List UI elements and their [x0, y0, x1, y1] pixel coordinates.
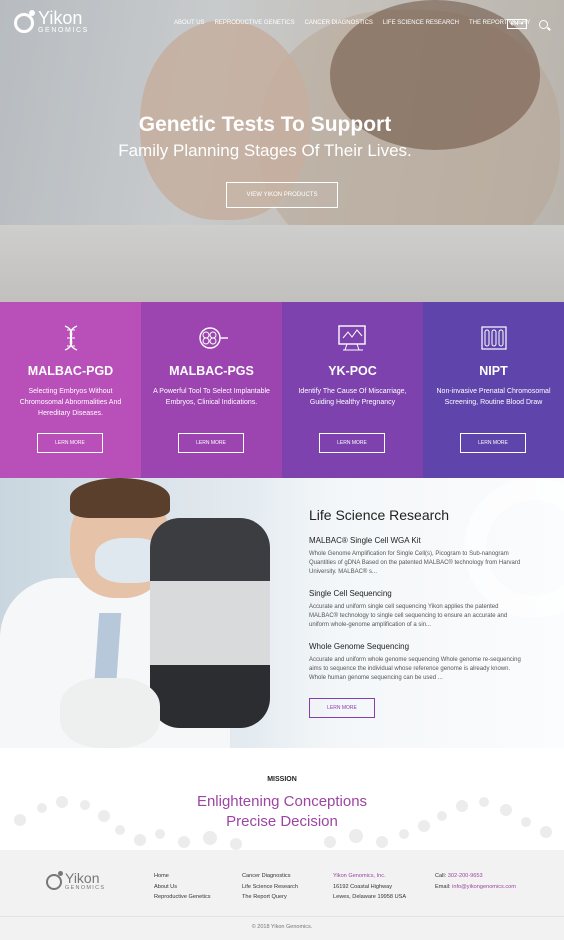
company-name: Yikon Genomics, Inc. [333, 873, 386, 879]
product-description: Selecting Embryos Without Chromosomal Ab… [19, 388, 122, 417]
footer-link-home[interactable]: Home [154, 871, 211, 882]
footer-contact: Call: 302-200-9653 Email: info@yikongeno… [435, 871, 516, 892]
product-card-malbac-pgd: MALBAC-PGD Selecting Embryos Without Chr… [0, 302, 141, 478]
mission-section: MISSION Enlightening Conceptions Precise… [0, 748, 564, 850]
email-label: Email: [435, 883, 451, 890]
footer-links-2: Cancer Diagnostics Life Science Research… [242, 871, 298, 903]
decorative-ring [464, 478, 564, 618]
nav-item-life-science-research[interactable]: LIFE SCIENCE RESEARCH [383, 20, 459, 26]
product-card-nipt: NIPT Non-invasive Prenatal Chromosomal S… [423, 302, 564, 478]
microscope-screen-icon [337, 325, 366, 351]
logo-icon [46, 870, 63, 890]
learn-more-button[interactable]: LERN MORE [319, 433, 385, 453]
hero-banner: Yikon GENOMICS ABOUT US REPRODUCTIVE GEN… [0, 0, 564, 302]
products-section: MALBAC-PGD Selecting Embryos Without Chr… [0, 302, 564, 478]
logo-icon [14, 9, 35, 33]
footer: Yikon GENOMICS Home About Us Reproductiv… [0, 850, 564, 940]
section-title: Life Science Research [309, 507, 450, 523]
brand-sub: GENOMICS [38, 27, 89, 34]
scientist-photo-glove [60, 678, 160, 748]
product-title: NIPT [479, 364, 508, 378]
footer-links-1: Home About Us Reproductive Genetics [154, 871, 211, 903]
copyright: © 2018 Yikon Genomics. [251, 924, 313, 930]
nav-item-about-us[interactable]: ABOUT US [174, 20, 205, 26]
brand-sub: GENOMICS [65, 885, 106, 891]
phone-link[interactable]: 302-200-9653 [448, 873, 483, 879]
mission-label: MISSION [267, 776, 297, 783]
hero-subtitle: Family Planning Stages Of Their Lives. [118, 141, 412, 160]
product-description: Non-invasive Prenatal Chromosomal Screen… [436, 388, 551, 406]
language-value: EN [510, 21, 519, 27]
brand-name: Yikon [38, 8, 83, 28]
search-icon[interactable] [539, 20, 548, 29]
product-description: Identify The Cause Of Miscarriage, Guidi… [298, 388, 407, 406]
footer-divider [0, 916, 564, 917]
research-item-description: Accurate and uniform whole genome sequen… [309, 657, 521, 682]
product-title: YK-POC [328, 364, 377, 378]
email-link[interactable]: info@yikongenomics.com [452, 884, 516, 890]
language-selector[interactable]: EN ▾ [507, 19, 527, 29]
hero-title: Genetic Tests To Support [138, 113, 392, 136]
product-card-malbac-pgs: MALBAC-PGS A Powerful Tool To Select Imp… [141, 302, 282, 478]
learn-more-button[interactable]: LERN MORE [309, 698, 375, 718]
research-item-title[interactable]: MALBAC® Single Cell WGA Kit [309, 536, 421, 545]
microscope-photo [150, 518, 270, 728]
address-line-2: Lewes, Delaware 19958 USA [333, 894, 407, 900]
chevron-down-icon: ▾ [520, 21, 524, 27]
mission-line-1: Enlightening Conceptions [196, 793, 368, 810]
footer-link-reproductive-genetics[interactable]: Reproductive Genetics [154, 892, 211, 903]
research-item-description: Accurate and uniform single cell sequenc… [309, 604, 508, 629]
product-card-yk-poc: YK-POC Identify The Cause Of Miscarriage… [282, 302, 423, 478]
mission-line-2: Precise Decision [226, 813, 338, 830]
footer-logo[interactable]: Yikon GENOMICS [46, 870, 106, 891]
page: Yikon GENOMICS ABOUT US REPRODUCTIVE GEN… [0, 0, 564, 940]
footer-link-life-science-research[interactable]: Life Science Research [242, 882, 298, 893]
footer-link-cancer-diagnostics[interactable]: Cancer Diagnostics [242, 871, 298, 882]
product-description: A Powerful Tool To Select Implantable Em… [153, 388, 270, 406]
brand-logo[interactable]: Yikon GENOMICS [14, 8, 89, 35]
nav-item-reproductive-genetics[interactable]: REPRODUCTIVE GENETICS [215, 20, 295, 26]
view-products-button[interactable]: VIEW YIKON PRODUCTS [226, 182, 338, 208]
product-title: MALBAC-PGS [169, 364, 254, 378]
scientist-photo-hair [70, 478, 170, 518]
life-science-section: Life Science Research MALBAC® Single Cel… [0, 478, 564, 748]
learn-more-button[interactable]: LERN MORE [37, 433, 103, 453]
nav-item-cancer-diagnostics[interactable]: CANCER DIAGNOSTICS [305, 20, 373, 26]
footer-link-report-query[interactable]: The Report Query [242, 892, 298, 903]
main-nav: ABOUT US REPRODUCTIVE GENETICS CANCER DI… [174, 20, 540, 26]
learn-more-button[interactable]: LERN MORE [460, 433, 526, 453]
product-title: MALBAC-PGD [27, 364, 114, 378]
cells-icon [198, 327, 228, 349]
dna-icon [64, 325, 77, 351]
learn-more-button[interactable]: LERN MORE [178, 433, 244, 453]
research-item-title[interactable]: Single Cell Sequencing [309, 589, 392, 598]
research-item-title[interactable]: Whole Genome Sequencing [309, 642, 409, 651]
test-tubes-icon [480, 326, 507, 350]
footer-address: Yikon Genomics, Inc. 16192 Coastal Highw… [333, 871, 406, 903]
brand-name: Yikon [65, 870, 100, 886]
research-item-description: Whole Genome Amplification for Single Ce… [309, 551, 521, 576]
footer-link-about-us[interactable]: About Us [154, 882, 211, 893]
address-line-1: 16192 Coastal Highway [333, 883, 393, 890]
call-label: Call: [435, 873, 447, 879]
